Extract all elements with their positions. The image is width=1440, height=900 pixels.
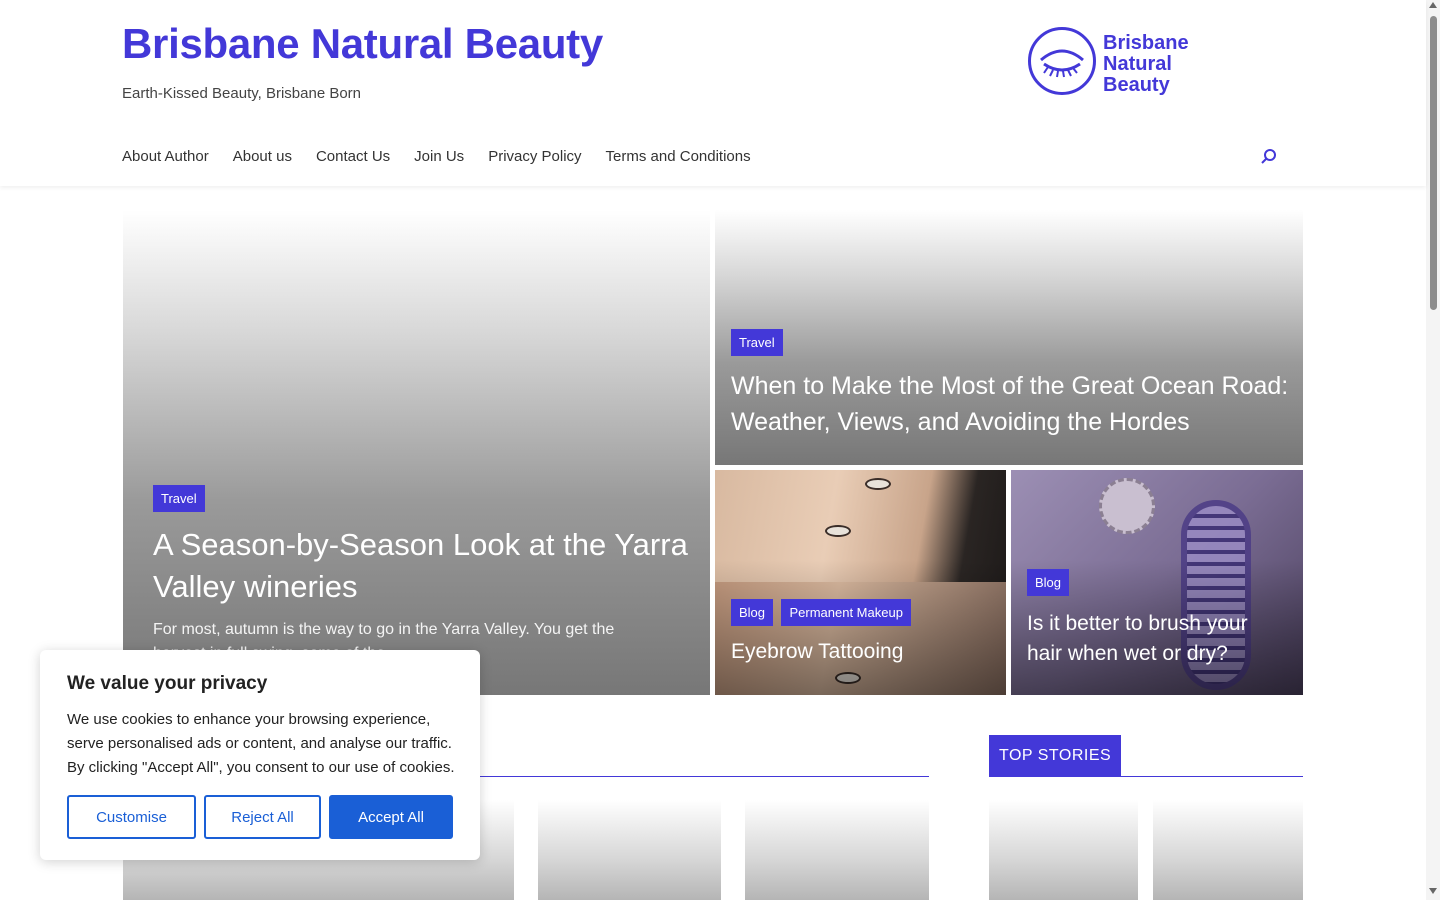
- site-tagline: Earth-Kissed Beauty, Brisbane Born: [122, 85, 362, 102]
- cookie-title: We value your privacy: [67, 673, 268, 694]
- site-logo[interactable]: Brisbane Natural Beauty: [1028, 27, 1208, 99]
- post-thumbnail[interactable]: [745, 800, 929, 900]
- reject-all-button[interactable]: Reject All: [204, 795, 321, 839]
- section-divider: [480, 776, 929, 777]
- nav-about-us[interactable]: About us: [233, 148, 292, 165]
- nav-join-us[interactable]: Join Us: [414, 148, 464, 165]
- scroll-up-arrow-icon[interactable]: [1429, 2, 1437, 8]
- hero-bottom-left-post[interactable]: Blog Permanent Makeup Eyebrow Tattooing: [715, 470, 1006, 695]
- hero-bottom-right-post[interactable]: Blog Is it better to brush your hair whe…: [1011, 470, 1303, 695]
- nav-terms-and-conditions[interactable]: Terms and Conditions: [606, 148, 751, 165]
- logo-line: Beauty: [1103, 74, 1170, 96]
- eyelash-icon: [1040, 49, 1084, 78]
- scroll-down-arrow-icon[interactable]: [1429, 888, 1437, 894]
- top-stories-divider: [989, 776, 1303, 777]
- post-categories: Travel: [731, 329, 787, 356]
- post-categories: Travel: [153, 485, 209, 512]
- post-thumbnail[interactable]: [538, 800, 721, 900]
- logo-text: Brisbane Natural Beauty: [1103, 33, 1189, 96]
- logo-line: Natural: [1103, 53, 1172, 75]
- cookie-description: We use cookies to enhance your browsing …: [67, 711, 455, 776]
- category-badge[interactable]: Blog: [731, 599, 774, 626]
- scrollbar-thumb[interactable]: [1430, 16, 1437, 310]
- nav-about-author[interactable]: About Author: [122, 148, 209, 165]
- main-nav: About Author About us Contact Us Join Us…: [122, 148, 751, 165]
- post-categories: Blog: [1027, 569, 1073, 596]
- category-badge[interactable]: Blog: [1027, 569, 1070, 596]
- post-title[interactable]: Eyebrow Tattooing: [731, 640, 903, 664]
- page-scrollbar[interactable]: [1426, 0, 1440, 900]
- top-story-thumbnail[interactable]: [1153, 800, 1303, 900]
- customise-button[interactable]: Customise: [67, 795, 196, 839]
- post-title[interactable]: Is it better to brush your hair when wet…: [1027, 609, 1287, 669]
- hero-top-right-post[interactable]: Travel When to Make the Most of the Grea…: [715, 210, 1303, 465]
- post-categories: Blog Permanent Makeup: [731, 599, 915, 626]
- nav-contact-us[interactable]: Contact Us: [316, 148, 390, 165]
- site-header: Brisbane Natural Beauty Earth-Kissed Bea…: [0, 0, 1426, 186]
- category-badge[interactable]: Permanent Makeup: [781, 599, 911, 626]
- accept-all-button[interactable]: Accept All: [329, 795, 453, 839]
- top-stories-heading: TOP STORIES: [989, 735, 1122, 777]
- top-story-thumbnail[interactable]: [989, 800, 1138, 900]
- eye-logo-icon: [1028, 27, 1096, 95]
- nav-privacy-policy[interactable]: Privacy Policy: [488, 148, 581, 165]
- logo-line: Brisbane: [1103, 32, 1189, 54]
- post-title[interactable]: When to Make the Most of the Great Ocean…: [731, 368, 1291, 440]
- post-title[interactable]: A Season-by-Season Look at the Yarra Val…: [153, 524, 693, 608]
- cookie-consent-dialog: We value your privacy We use cookies to …: [40, 650, 480, 860]
- hero-main-post[interactable]: Travel A Season-by-Season Look at the Ya…: [123, 210, 710, 695]
- category-badge[interactable]: Travel: [153, 485, 205, 512]
- category-badge[interactable]: Travel: [731, 329, 783, 356]
- site-title[interactable]: Brisbane Natural Beauty: [122, 20, 603, 68]
- search-icon[interactable]: [1260, 148, 1280, 168]
